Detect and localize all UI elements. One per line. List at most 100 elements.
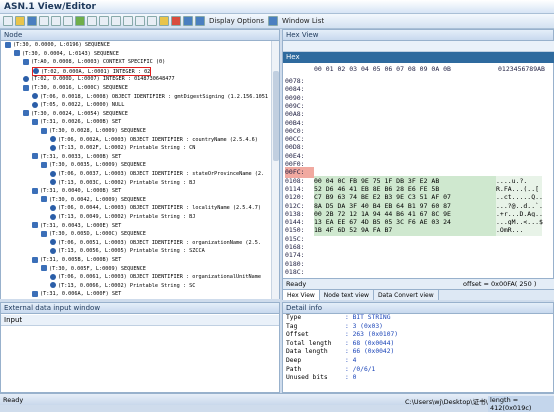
sequence-icon bbox=[14, 50, 20, 57]
detail-value: : 3 (0x03) bbox=[345, 322, 383, 330]
tree-node-label: (T:30, 0.005D, L:000C) SEQUENCE bbox=[49, 231, 146, 238]
node-panel: Node (T:30, 0.0000, L:0196) SEQUENCE (T:3… bbox=[0, 29, 280, 299]
cut-icon[interactable] bbox=[39, 16, 49, 26]
tab-data-convert-view[interactable]: Data Convert view bbox=[373, 290, 439, 300]
tree-node-label: (T:30, 0.0042, L:0009) SEQUENCE bbox=[49, 196, 146, 203]
hex-ascii-header: 0123456789AB bbox=[498, 65, 545, 73]
detail-row: Tag : 3 (0x03) bbox=[283, 323, 553, 332]
tree-node-label: (T:13, 0.003C, L:0002) Printable String … bbox=[58, 179, 196, 186]
leaf-icon bbox=[50, 136, 56, 143]
leaf-icon bbox=[50, 204, 56, 211]
tree-node-label: (T:31, 0.0040, L:000B) SET bbox=[40, 188, 122, 195]
save-icon[interactable] bbox=[27, 16, 37, 26]
tree-node-label: (T:06, 0.0061, L:0003) OBJECT IDENTIFIER… bbox=[58, 274, 262, 281]
leaf-icon bbox=[32, 101, 38, 108]
node-tree[interactable]: (T:30, 0.0000, L:0196) SEQUENCE (T:30, 0.… bbox=[1, 41, 272, 299]
hex-row[interactable]: 018C: bbox=[285, 267, 542, 278]
tree-node-label: (T:31, 0.0043, L:000E) SET bbox=[40, 222, 122, 229]
tree-node-label: (T:30, 0.0000, L:0196) SEQUENCE bbox=[13, 42, 110, 48]
hex-offset: offset = 0x00FA( 250 ) bbox=[463, 280, 537, 288]
tree-node-label: (T:30, 0.0028, L:0009) SEQUENCE bbox=[49, 128, 146, 134]
window-list-button[interactable]: Window List bbox=[282, 17, 324, 25]
tree-node-label: (T:30, 0.005F, L:0009) SEQUENCE bbox=[49, 265, 146, 272]
detail-row: Deep : 4 bbox=[283, 357, 553, 366]
detail-row: Unused bits: 0 bbox=[283, 374, 553, 383]
sequence-icon bbox=[23, 110, 29, 117]
copy-icon[interactable] bbox=[51, 16, 61, 26]
display-options-button[interactable]: Display Options bbox=[209, 17, 264, 25]
detail-key: Total length bbox=[286, 339, 332, 347]
tree-node-label: (T:13, 0.0049, L:0002) Printable String … bbox=[58, 214, 196, 220]
detail-value: : 263 (0x0107) bbox=[345, 331, 399, 339]
leaf-icon bbox=[50, 144, 56, 151]
sequence-icon bbox=[41, 127, 47, 134]
detail-key: Deep bbox=[286, 356, 302, 364]
expand-icon[interactable] bbox=[75, 16, 85, 26]
redo-icon[interactable] bbox=[99, 16, 109, 26]
sequence-icon bbox=[32, 153, 38, 160]
open-icon[interactable] bbox=[15, 16, 25, 26]
sequence-icon bbox=[32, 290, 38, 297]
detail-value: : 68 (0x0044) bbox=[345, 339, 395, 347]
find-next-icon[interactable] bbox=[123, 16, 133, 26]
delete-icon[interactable] bbox=[171, 16, 181, 26]
input-area[interactable] bbox=[1, 326, 279, 392]
detail-row: Offset : 263 (0x0107) bbox=[283, 331, 553, 340]
app-title: ASN.1 View/Editor bbox=[4, 2, 96, 12]
tree-node-label: (T:30, 0.0024, L:0054) SEQUENCE bbox=[31, 110, 128, 117]
hex-panel: Hex View Hex 00 01 02 03 04 05 06 07 08 … bbox=[282, 29, 554, 300]
folder-icon[interactable] bbox=[159, 16, 169, 26]
find-icon[interactable] bbox=[111, 16, 121, 26]
detail-key: Offset bbox=[286, 331, 309, 339]
settings-icon[interactable] bbox=[183, 16, 193, 26]
sequence-icon bbox=[5, 41, 11, 48]
status-ready: Ready bbox=[3, 396, 24, 404]
detail-key: Tag bbox=[286, 322, 298, 330]
detail-rows: Type: BIT STRING Tag: 3 (0x03) Offset: 263… bbox=[283, 314, 553, 383]
detail-key: Type bbox=[286, 314, 302, 321]
hex-ready: Ready bbox=[286, 280, 307, 288]
detail-title: Detail info bbox=[283, 303, 553, 314]
sequence-icon bbox=[41, 230, 47, 237]
tree-node-label: (T:06, 0.0051, L:0003) OBJECT IDENTIFIER… bbox=[58, 239, 262, 246]
hex-toolbar bbox=[283, 41, 554, 52]
window-list-icon[interactable] bbox=[268, 16, 279, 26]
detail-value: : 66 (0x0042) bbox=[345, 348, 395, 356]
status-bar: Ready C:\Users\wj\Desktop\证书\2.cer lengt… bbox=[0, 393, 554, 412]
tree-node-label: (T:31, 0.006A, L:000F) SET bbox=[40, 291, 122, 298]
display-options-icon[interactable] bbox=[195, 16, 205, 26]
zoom-icon[interactable] bbox=[135, 16, 145, 26]
refresh-icon[interactable] bbox=[147, 16, 157, 26]
tab-hex-view[interactable]: Hex View bbox=[283, 290, 320, 300]
tree-node-label: (T:30, 0.0016, L:000C) SEQUENCE bbox=[31, 85, 128, 91]
sequence-icon bbox=[41, 265, 47, 272]
tree-node-label: (T:13, 0.0056, L:0005) Printable String … bbox=[58, 248, 205, 255]
paste-icon[interactable] bbox=[63, 16, 73, 26]
tree-node-label: (T:13, 0.002F, L:0002) Printable String … bbox=[58, 145, 196, 152]
new-icon[interactable] bbox=[3, 16, 13, 26]
detail-key: Path bbox=[286, 365, 302, 373]
tree-node-label: (T:30, 0.0035, L:0009) SEQUENCE bbox=[49, 162, 146, 169]
node-panel-title: Node bbox=[1, 30, 279, 41]
tree-node-label: (T:31, 0.0026, L:000B) SET bbox=[40, 119, 122, 126]
tree-node-label: (T:06, 0.0044, L:0003) OBJECT IDENTIFIER… bbox=[58, 205, 262, 212]
tree-node-label: (T:30, 0.0004, L:0143) SEQUENCE bbox=[22, 50, 119, 57]
tree-node-label: (T:06, 0.0018, L:0008) OBJECT IDENTIFIER… bbox=[40, 93, 268, 100]
leaf-icon bbox=[33, 68, 39, 75]
undo-icon[interactable] bbox=[87, 16, 97, 26]
tree-node-label: (T:31, 0.0033, L:000B) SET bbox=[40, 153, 122, 160]
detail-row: Total length : 68 (0x0044) bbox=[283, 340, 553, 349]
detail-value: : 4 bbox=[345, 356, 357, 364]
title-bar: ASN.1 View/Editor bbox=[0, 0, 554, 14]
tree-node-label: (T:A0, 0.0008, L:0003) CONTEXT SPECIFIC … bbox=[31, 59, 166, 66]
tree-node-label: (T:13, 0.0066, L:0002) Printable String … bbox=[58, 282, 196, 289]
tree-node[interactable]: (T:31, 0.006A, L:000F) SET bbox=[32, 290, 121, 299]
tab-node-text-view[interactable]: Node text view bbox=[319, 290, 374, 300]
external-input-title: External data input window bbox=[1, 303, 279, 314]
leaf-icon bbox=[32, 93, 38, 100]
tree-node-label: (T:02, 0.000D, L:0007) INTEGER : 0148730… bbox=[31, 76, 175, 83]
node-scrollbar[interactable] bbox=[271, 41, 279, 299]
sequence-icon bbox=[23, 58, 29, 65]
tree-node-label: (T:06, 0.0037, L:0003) OBJECT IDENTIFIER… bbox=[58, 171, 265, 177]
detail-panel: Detail info Type: BIT STRING Tag: 3 (0x03… bbox=[282, 302, 554, 393]
